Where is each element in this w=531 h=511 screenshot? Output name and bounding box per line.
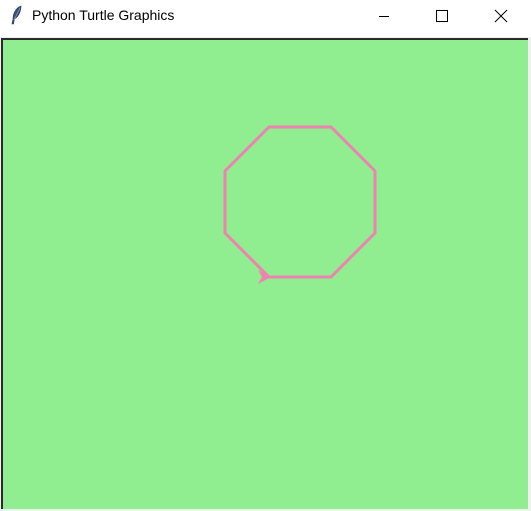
canvas-container [0,37,531,511]
close-button[interactable] [478,0,524,31]
turtle-canvas[interactable] [1,38,528,509]
close-icon [494,9,508,22]
maximize-button[interactable] [419,0,465,31]
turtle-window: Python Turtle Graphics [0,0,531,511]
minimize-button[interactable] [361,0,407,31]
title-bar[interactable]: Python Turtle Graphics [0,0,531,31]
feather-icon [11,5,22,25]
maximize-icon [436,9,448,22]
drawing-surface [223,125,377,284]
octagon-shape [223,125,377,279]
minimize-icon [379,15,389,17]
window-title: Python Turtle Graphics [32,7,175,23]
